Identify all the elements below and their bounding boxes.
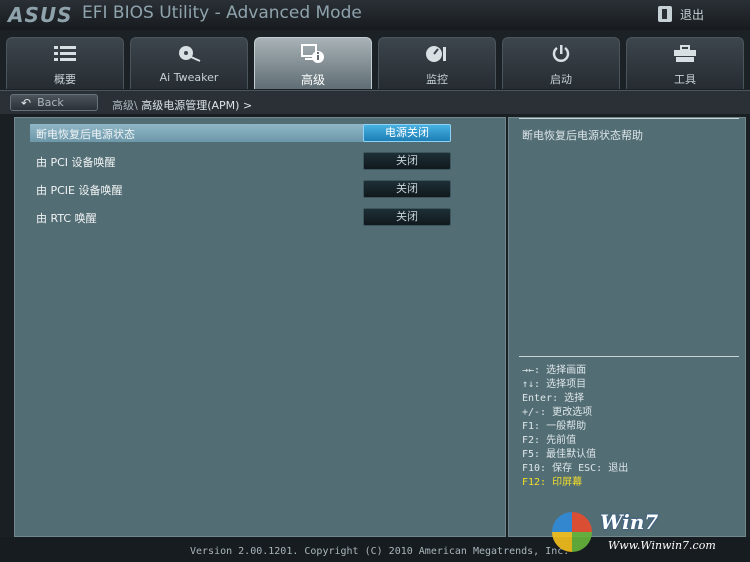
version-text: Version 2.00.1201. Copyright (C) 2010 Am… [190,546,570,557]
help-panel: 断电恢复后电源状态帮助 →←: 选择画面 ↑↓: 选择项目 Enter: 选择 … [508,117,746,537]
setting-label: 由 PCI 设备唤醒 [36,156,116,169]
settings-panel: 断电恢复后电源状态 电源关闭 由 PCI 设备唤醒 关闭 由 PCIE 设备唤醒… [14,117,506,537]
setting-value-power-loss[interactable]: 电源关闭 [363,124,451,142]
windows-logo-icon [552,512,592,552]
tab-label: 概要 [54,73,76,86]
help-text: 断电恢复后电源状态帮助 [522,129,643,142]
exit-label: 退出 [680,7,705,22]
setting-label: 断电恢复后电源状态 [36,128,135,141]
setting-row-pcie-wake[interactable]: 由 PCIE 设备唤醒 [30,180,372,198]
tab-ai-tweaker[interactable]: Ai Tweaker [130,37,248,89]
breadcrumb-current: 高级电源管理(APM) > [141,99,253,112]
main-tab-bar: 概要 Ai Tweaker 高级 监控 启动 工具 [0,30,750,90]
watermark: Win7 Www.Winwin7.com [552,508,747,560]
watermark-url: Www.Winwin7.com [608,539,716,552]
list-icon [7,44,123,64]
setting-value-rtc-wake[interactable]: 关闭 [363,208,451,226]
key-hint: F2: 先前值 [522,435,577,446]
tab-boot[interactable]: 启动 [502,37,620,89]
key-hint: F1: 一般帮助 [522,421,587,432]
back-label: Back [37,96,64,109]
setting-value-pcie-wake[interactable]: 关闭 [363,180,451,198]
tab-label: 监控 [426,73,448,86]
back-button[interactable]: ↶ Back [10,94,98,111]
divider [519,118,739,119]
asus-logo: ASUS [8,3,73,27]
fan-icon [131,44,247,64]
tab-label: 工具 [674,73,696,86]
advanced-info-icon [255,44,371,64]
gauge-icon [379,44,495,64]
key-hint: ↑↓: 选择项目 [522,379,587,390]
key-hint: →←: 选择画面 [522,365,587,376]
back-arrow-icon: ↶ [21,95,32,110]
tab-overview[interactable]: 概要 [6,37,124,89]
tab-monitor[interactable]: 监控 [378,37,496,89]
key-legend: →←: 选择画面 ↑↓: 选择项目 Enter: 选择 +/-: 更改选项 F1… [522,364,742,490]
setting-row-pci-wake[interactable]: 由 PCI 设备唤醒 [30,152,372,170]
setting-row-rtc-wake[interactable]: 由 RTC 唤醒 [30,208,372,226]
tab-label: 高级 [300,73,325,87]
setting-label: 由 PCIE 设备唤醒 [36,184,123,197]
key-hint: +/-: 更改选项 [522,407,593,418]
key-hint: Enter: 选择 [522,393,585,404]
tab-label: 启动 [550,73,572,86]
key-hint: F10: 保存 ESC: 退出 [522,463,629,474]
setting-value-pci-wake[interactable]: 关闭 [363,152,451,170]
tab-advanced[interactable]: 高级 [254,37,372,89]
tab-tools[interactable]: 工具 [626,37,744,89]
watermark-brand: Win7 [600,510,659,534]
breadcrumb: 高级\ 高级电源管理(APM) > [112,97,252,113]
tools-icon [627,44,743,64]
breadcrumb-bar: ↶ Back 高级\ 高级电源管理(APM) > [0,90,750,114]
exit-button[interactable]: 退出 [658,4,738,24]
tab-label: Ai Tweaker [159,71,219,84]
title-bar: ASUS EFI BIOS Utility - Advanced Mode 退出 [0,0,750,30]
breadcrumb-root[interactable]: 高级\ [112,99,138,112]
setting-label: 由 RTC 唤醒 [36,212,97,225]
key-hint: F5: 最佳默认值 [522,449,597,460]
app-title: EFI BIOS Utility - Advanced Mode [82,3,362,23]
power-icon [503,44,619,64]
exit-door-icon [658,6,672,22]
divider [519,356,739,357]
setting-row-power-loss[interactable]: 断电恢复后电源状态 [30,124,372,142]
key-hint-print-screen: F12: 印屏幕 [522,477,583,488]
